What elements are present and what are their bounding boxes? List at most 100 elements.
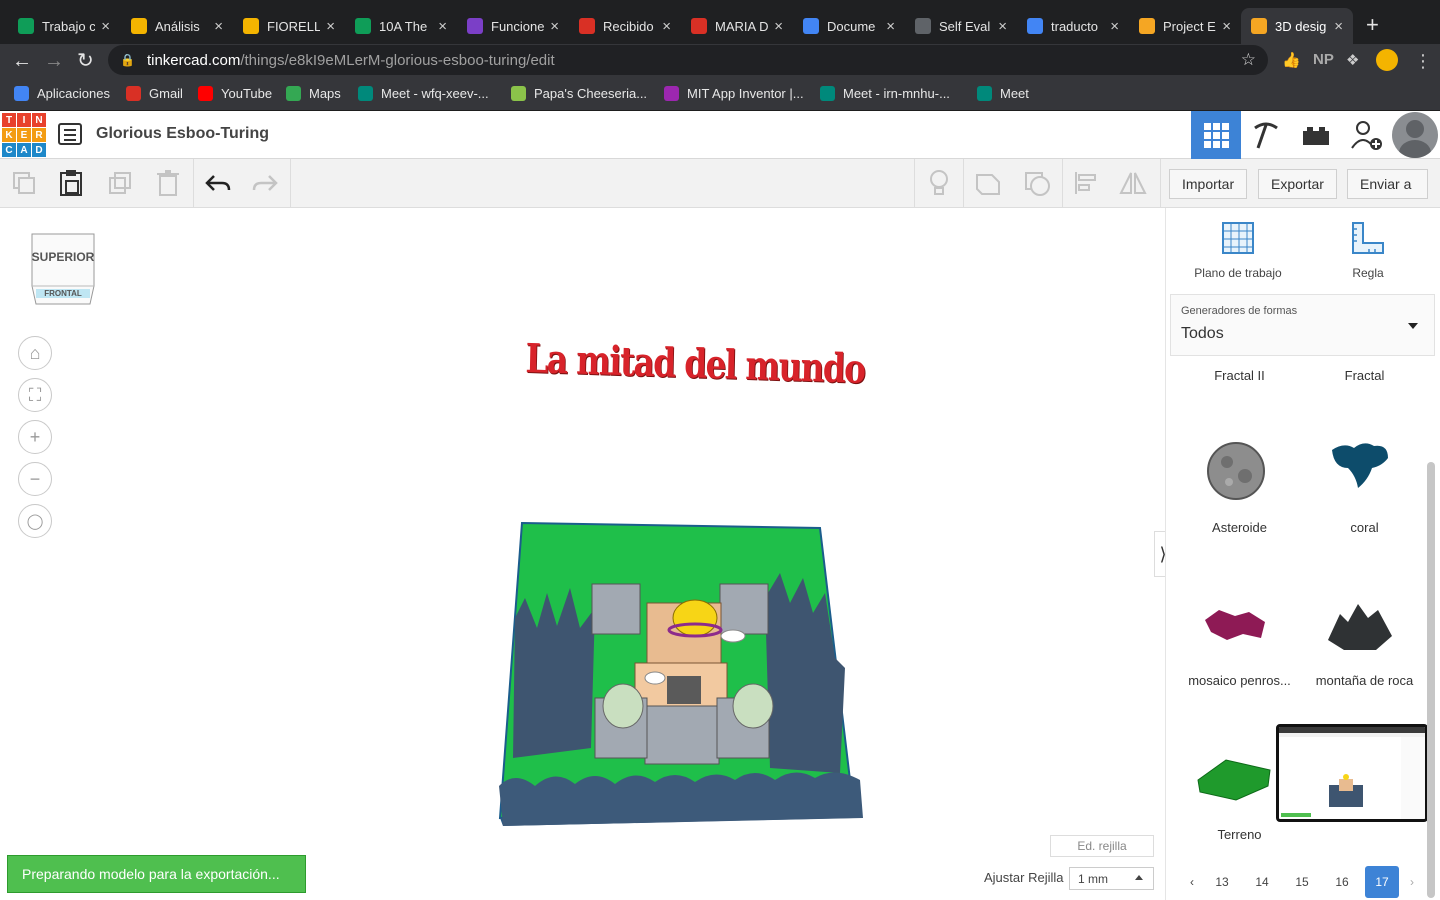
browser-tab[interactable]: MARIA D × [681,8,793,44]
bookmark-item[interactable]: YouTube [198,86,272,101]
browser-tab[interactable]: 3D desig × [1241,8,1353,44]
ungroup-shapes-icon[interactable] [1021,167,1053,199]
pagination-page[interactable]: 14 [1245,866,1279,898]
zoom-in-icon[interactable]: + [18,420,52,454]
shape-montana-de-roca[interactable]: montaña de roca [1302,673,1427,688]
zoom-out-icon[interactable]: − [18,462,52,496]
browser-tab[interactable]: Recibido × [569,8,681,44]
view-cube[interactable]: SUPERIOR FRONTAL [30,232,96,306]
ruler-tool[interactable]: Regla [1308,220,1428,280]
blocks-pickaxe-button[interactable] [1241,111,1291,159]
bookmark-item[interactable]: Maps [286,86,341,101]
align-icon[interactable] [1070,167,1102,199]
panel-scrollbar[interactable] [1427,462,1435,898]
bookmark-item[interactable]: MIT App Inventor |... [664,86,804,101]
tab-close-icon[interactable]: × [774,18,783,35]
duplicate-icon[interactable] [104,167,136,199]
design-list-icon[interactable] [58,123,82,145]
import-button[interactable]: Importar [1169,169,1248,199]
reload-icon[interactable]: ↻ [77,49,94,73]
delete-trash-icon[interactable] [152,167,184,199]
pagination-prev-icon[interactable]: ‹ [1175,866,1209,898]
bricks-button[interactable] [1291,111,1341,159]
tab-close-icon[interactable]: × [550,18,559,35]
shape-fractal[interactable]: Fractal [1302,368,1427,383]
terrain-shape-thumbnail[interactable] [1196,756,1272,802]
view-cube-front-label[interactable]: FRONTAL [36,289,90,298]
tab-close-icon[interactable]: × [886,18,895,35]
bookmark-item[interactable]: Meet - wfq-xeev-... [358,86,489,101]
bookmark-star-icon[interactable]: ☆ [1241,50,1256,70]
penrose-tiling-shape-thumbnail[interactable] [1203,604,1267,644]
snap-grid-select[interactable]: 1 mm [1069,867,1154,890]
asteroid-shape-thumbnail[interactable] [1205,440,1267,502]
shape-fractal-ii[interactable]: Fractal II [1177,368,1302,383]
model-scene[interactable] [495,518,870,836]
browser-tab[interactable]: Trabajo c × [8,8,120,44]
home-view-icon[interactable]: ⌂ [18,336,52,370]
coral-shape-thumbnail[interactable] [1328,440,1392,492]
thumbs-up-extension-icon[interactable]: 👍 [1282,51,1301,69]
view-3d-grid-button[interactable] [1191,111,1241,159]
pagination-page[interactable]: 17 [1365,866,1399,898]
export-button[interactable]: Exportar [1258,169,1337,199]
rock-mountain-shape-thumbnail[interactable] [1326,600,1394,652]
extensions-puzzle-icon[interactable]: ❖ [1346,51,1359,69]
user-avatar[interactable] [1392,112,1438,158]
tinkercad-logo[interactable]: TIN KER CAD [2,113,46,157]
tab-close-icon[interactable]: × [101,18,110,35]
tab-close-icon[interactable]: × [998,18,1007,35]
url-field[interactable]: 🔒 tinkercad.com/things/e8kI9eMLerM-glori… [108,45,1268,75]
send-to-button[interactable]: Enviar a [1347,169,1428,199]
profile-avatar-icon[interactable] [1376,49,1398,71]
browser-tab[interactable]: Análisis × [121,8,233,44]
browser-tab[interactable]: Funcione × [457,8,569,44]
pagination-page[interactable]: 13 [1205,866,1239,898]
browser-tab[interactable]: FIORELL × [233,8,345,44]
browser-tab[interactable]: traducto × [1017,8,1129,44]
mirror-icon[interactable] [1117,167,1149,199]
tab-close-icon[interactable]: × [1334,18,1343,35]
shape-mosaico-penrose[interactable]: mosaico penros... [1177,673,1302,688]
shape-terreno[interactable]: Terreno [1177,827,1302,842]
browser-tab[interactable]: Docume × [793,8,905,44]
browser-tab[interactable]: Project E × [1129,8,1241,44]
shape-coral[interactable]: coral [1302,520,1427,535]
new-tab-button[interactable]: + [1366,12,1379,38]
redo-icon[interactable] [249,167,281,199]
bookmark-item[interactable]: Papa's Cheeseria... [511,86,647,101]
forward-icon[interactable]: → [44,49,64,73]
bookmark-item[interactable]: Meet - irn-mnhu-... [820,86,950,101]
pagination-page[interactable]: 16 [1325,866,1359,898]
invite-user-button[interactable] [1341,111,1391,159]
browser-tab[interactable]: 10A The × [345,8,457,44]
view-cube-top-label[interactable]: SUPERIOR [30,250,96,264]
tab-close-icon[interactable]: × [438,18,447,35]
edit-grid-button[interactable]: Ed. rejilla [1050,835,1154,857]
bookmark-item[interactable]: Aplicaciones [14,86,110,101]
paste-icon[interactable] [55,167,87,199]
copy-icon[interactable] [8,167,40,199]
bookmark-item[interactable]: Meet [977,86,1029,101]
shape-asteroide[interactable]: Asteroide [1177,520,1302,535]
workplane-tool[interactable]: Plano de trabajo [1178,220,1298,280]
group-shapes-icon[interactable] [972,167,1004,199]
tab-close-icon[interactable]: × [214,18,223,35]
np-extension-icon[interactable]: NP [1313,51,1334,68]
lightbulb-icon[interactable] [923,167,955,199]
tab-close-icon[interactable]: × [326,18,335,35]
back-icon[interactable]: ← [12,49,32,73]
project-title[interactable]: Glorious Esboo-Turing [96,125,269,143]
undo-icon[interactable] [202,167,234,199]
ortho-view-cube-icon[interactable]: ◯ [18,504,52,538]
browser-menu-icon[interactable]: ⋮ [1414,51,1432,72]
tab-close-icon[interactable]: × [1222,18,1231,35]
bookmark-item[interactable]: Gmail [126,86,183,101]
pagination-page[interactable]: 15 [1285,866,1319,898]
tab-close-icon[interactable]: × [662,18,671,35]
tab-close-icon[interactable]: × [1110,18,1119,35]
shape-generator-select[interactable]: Generadores de formas Todos [1170,294,1435,356]
browser-tab[interactable]: Self Eval × [905,8,1017,44]
fit-view-icon[interactable]: ⛶ [18,378,52,412]
pagination-next-icon[interactable]: › [1395,866,1429,898]
